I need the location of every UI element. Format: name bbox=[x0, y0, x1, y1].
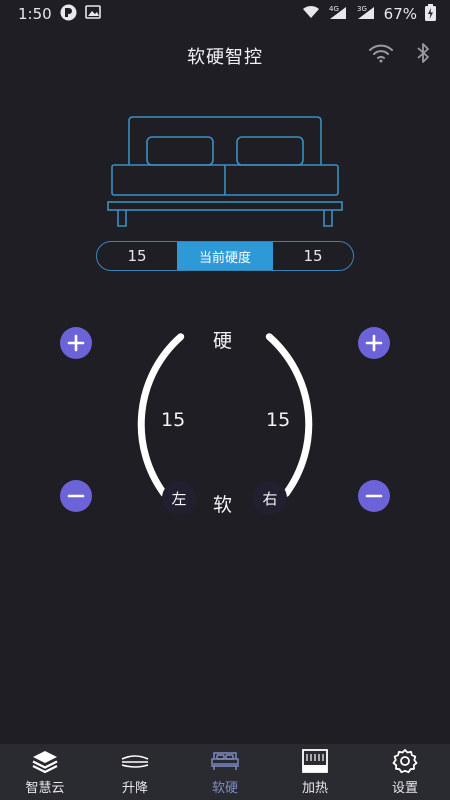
dial-right-value: 15 bbox=[266, 409, 291, 431]
status-bar: 1:50 4G 3G 67% bbox=[0, 0, 450, 28]
right-decrease-button[interactable] bbox=[358, 480, 390, 512]
nav-label: 设置 bbox=[391, 781, 418, 796]
app-header: 软硬智控 bbox=[0, 28, 450, 84]
nav-label: 软硬 bbox=[211, 781, 238, 796]
signal-3g-icon: 3G bbox=[356, 4, 376, 24]
minus-icon bbox=[365, 494, 383, 498]
nav-label: 加热 bbox=[301, 781, 328, 796]
battery-percent: 67% bbox=[383, 5, 417, 23]
dial-left-value: 15 bbox=[161, 409, 186, 431]
nav-item-lift[interactable]: 升降 bbox=[90, 748, 180, 796]
bed-icon bbox=[210, 748, 240, 774]
layers-icon bbox=[31, 748, 59, 774]
current-hardness-label: 当前硬度 bbox=[177, 242, 273, 270]
nav-item-firmness[interactable]: 软硬 bbox=[180, 748, 270, 796]
svg-text:4G: 4G bbox=[329, 5, 339, 13]
plus-icon bbox=[67, 334, 85, 352]
heating-icon bbox=[301, 748, 329, 774]
nav-item-settings[interactable]: 设置 bbox=[360, 748, 450, 796]
left-decrease-button[interactable] bbox=[60, 480, 92, 512]
dial-left-tag: 左 bbox=[162, 481, 196, 515]
nav-item-heating[interactable]: 加热 bbox=[270, 748, 360, 796]
lift-bed-icon bbox=[120, 748, 150, 774]
gear-icon bbox=[392, 748, 418, 774]
nav-label: 智慧云 bbox=[25, 781, 65, 796]
nav-label: 升降 bbox=[121, 781, 148, 796]
page-title: 软硬智控 bbox=[187, 47, 263, 68]
dial-hard-label: 硬 bbox=[213, 330, 233, 352]
wifi-icon[interactable] bbox=[368, 43, 394, 67]
svg-text:3G: 3G bbox=[357, 5, 367, 13]
status-time: 1:50 bbox=[18, 5, 52, 23]
minus-icon bbox=[67, 494, 85, 498]
bed-illustration bbox=[105, 113, 345, 237]
image-notification-icon bbox=[84, 5, 101, 23]
dial-right-tag: 右 bbox=[253, 481, 287, 515]
nav-item-smart-cloud[interactable]: 智慧云 bbox=[0, 748, 90, 796]
bottom-nav: 智慧云 升降 软硬 加热 设置 bbox=[0, 744, 450, 800]
dial-soft-label: 软 bbox=[213, 494, 233, 516]
right-increase-button[interactable] bbox=[358, 327, 390, 359]
plus-icon bbox=[365, 334, 383, 352]
left-increase-button[interactable] bbox=[60, 327, 92, 359]
left-hardness-value: 15 bbox=[127, 247, 147, 265]
signal-4g-icon: 4G bbox=[328, 4, 348, 24]
wifi-status-icon bbox=[302, 5, 320, 23]
current-hardness-bar: 15 当前硬度 15 bbox=[96, 241, 354, 271]
bluetooth-icon[interactable] bbox=[416, 42, 430, 68]
battery-charging-icon bbox=[425, 3, 436, 25]
right-hardness-value: 15 bbox=[303, 247, 323, 265]
notification-app-icon bbox=[60, 4, 77, 25]
